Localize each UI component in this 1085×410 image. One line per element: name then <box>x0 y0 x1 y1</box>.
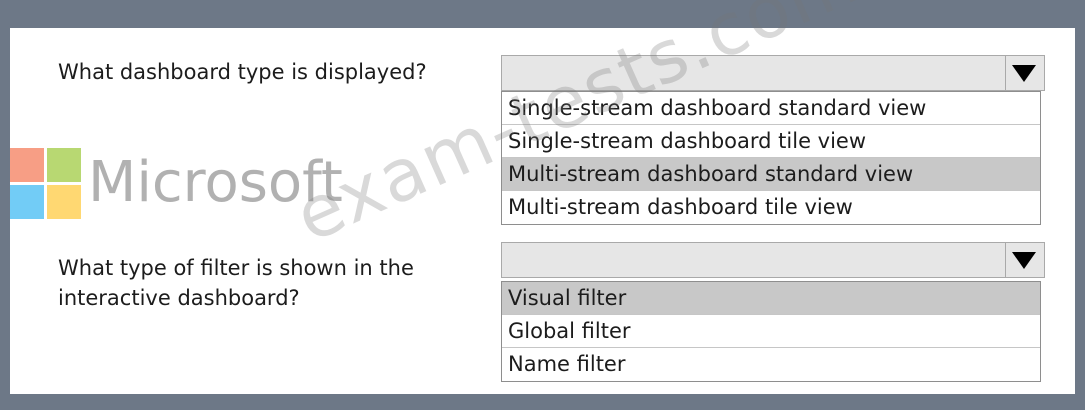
option-multi-stream-tile[interactable]: Multi-stream dashboard tile view <box>502 191 1040 224</box>
question-1-text: What dashboard type is displayed? <box>58 60 427 84</box>
question-panel: Microsoft What dashboard type is display… <box>10 0 1075 394</box>
filter-type-options: Visual filter Global filter Name filter <box>501 281 1041 382</box>
chevron-down-icon <box>1012 252 1036 269</box>
option-single-stream-standard[interactable]: Single-stream dashboard standard view <box>502 92 1040 125</box>
logo-yellow-square <box>47 185 81 219</box>
filter-type-dropdown[interactable] <box>501 242 1045 278</box>
option-global-filter[interactable]: Global filter <box>502 315 1040 348</box>
dropdown-toggle[interactable] <box>1005 243 1044 277</box>
microsoft-logo: Microsoft <box>10 148 370 238</box>
dashboard-type-dropdown[interactable] <box>501 55 1045 91</box>
chevron-down-icon <box>1012 65 1036 82</box>
option-multi-stream-standard[interactable]: Multi-stream dashboard standard view <box>502 158 1040 191</box>
logo-green-square <box>47 148 81 182</box>
question-2-text: What type of filter is shown in the inte… <box>58 256 414 310</box>
outer-frame: Microsoft What dashboard type is display… <box>0 0 1085 410</box>
dashboard-type-options: Single-stream dashboard standard view Si… <box>501 91 1041 225</box>
option-name-filter[interactable]: Name filter <box>502 348 1040 381</box>
dropdown-toggle[interactable] <box>1005 56 1044 90</box>
option-single-stream-tile[interactable]: Single-stream dashboard tile view <box>502 125 1040 158</box>
logo-wordmark: Microsoft <box>88 150 343 215</box>
logo-blue-square <box>10 185 44 219</box>
logo-red-square <box>10 148 44 182</box>
option-visual-filter[interactable]: Visual filter <box>502 282 1040 315</box>
